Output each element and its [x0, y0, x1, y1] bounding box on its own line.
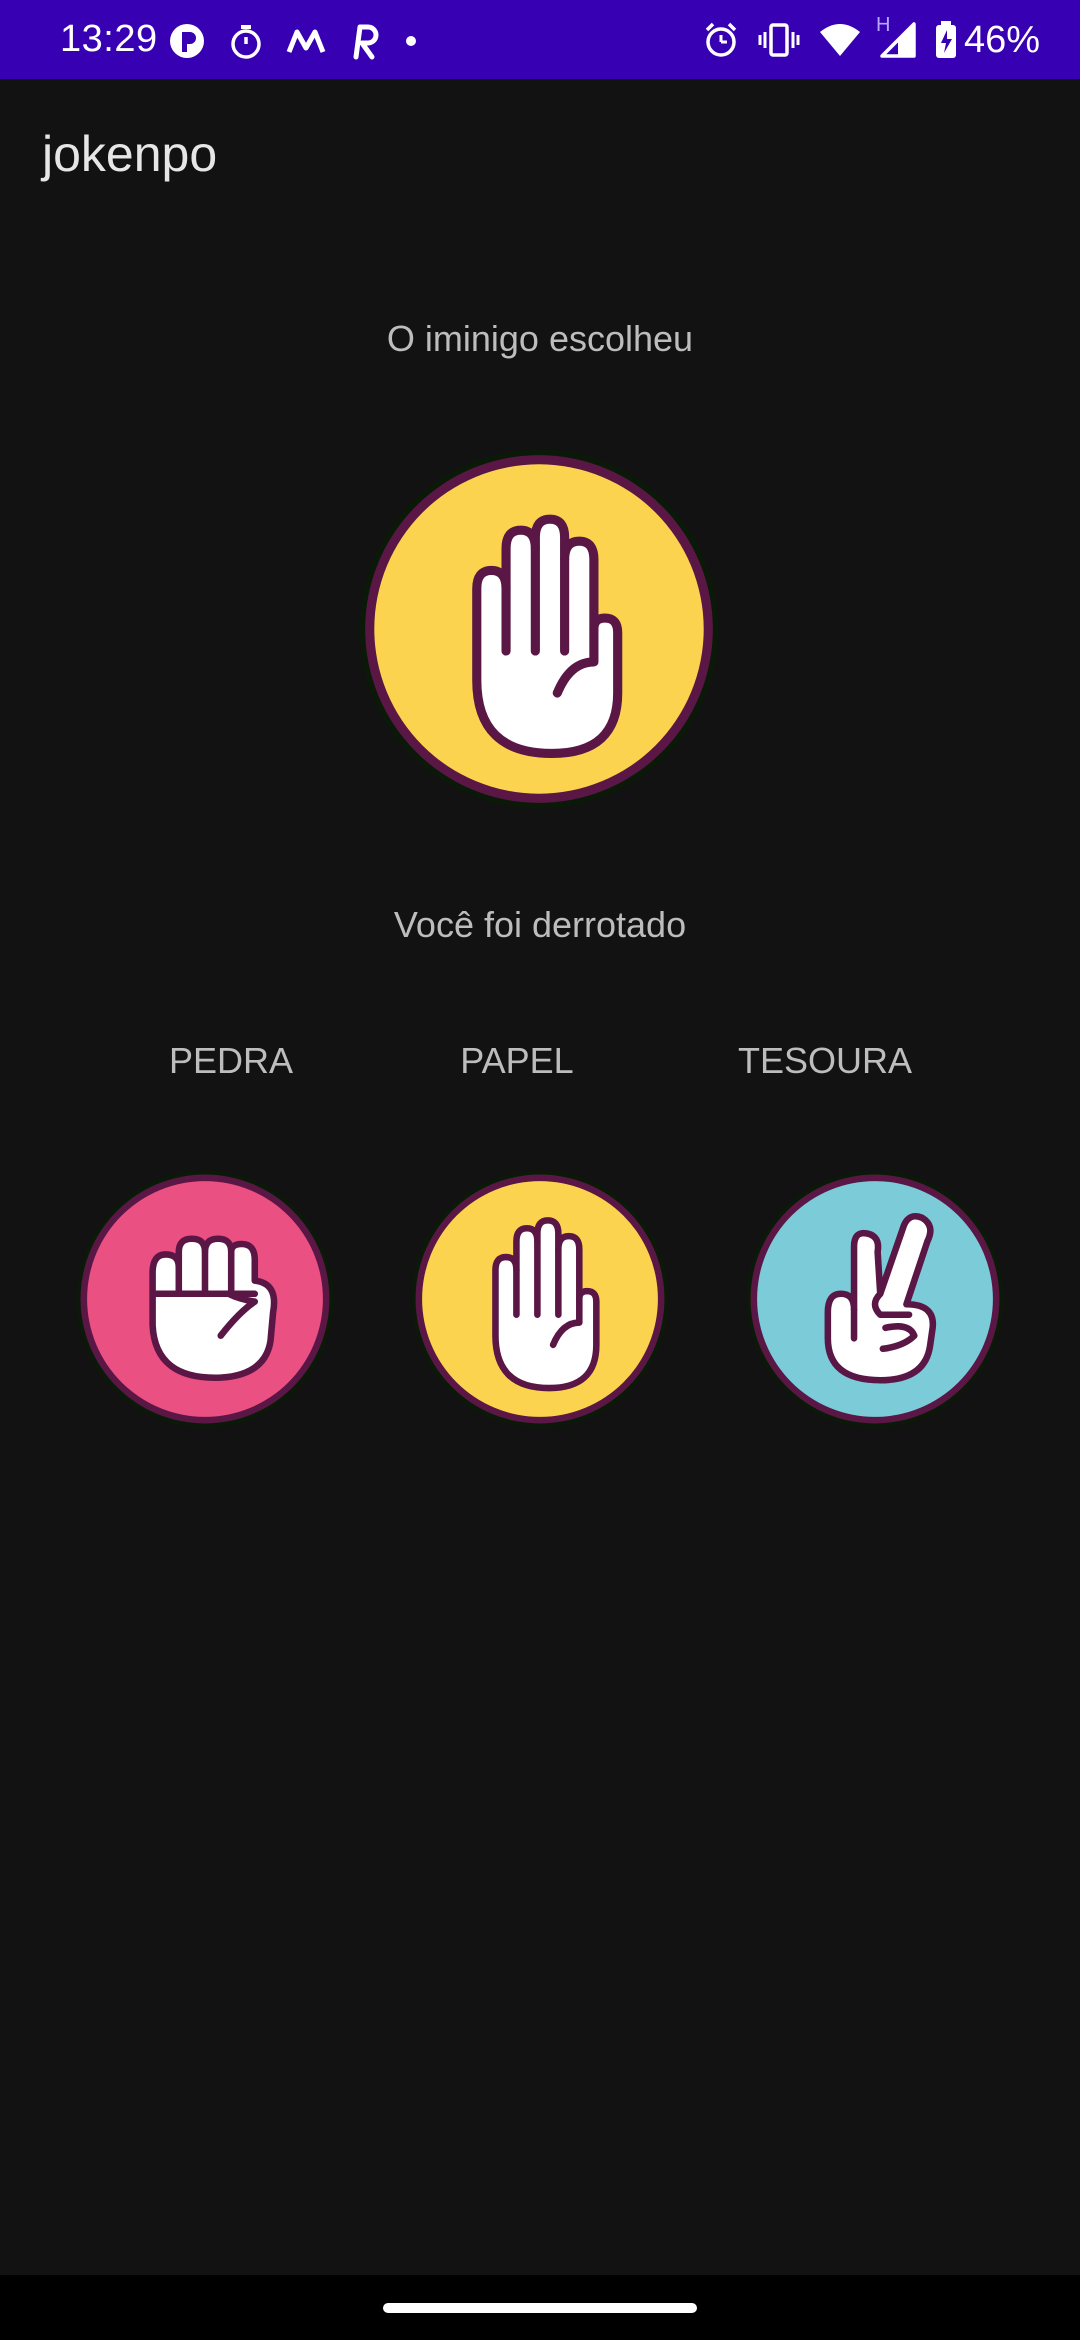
navigation-bar — [0, 2275, 1080, 2340]
app-bar: jokenpo — [0, 79, 1080, 233]
enemy-choice-label: O iminigo escolheu — [386, 318, 694, 359]
paper-hand-icon — [411, 1170, 669, 1428]
signal-icon: H — [876, 14, 916, 58]
paper-hand-icon — [359, 449, 719, 809]
notification-app-icon — [168, 22, 206, 60]
home-gesture-handle[interactable] — [383, 2303, 697, 2313]
status-right-icons: H 46% — [702, 14, 1040, 64]
m-app-icon — [286, 26, 326, 56]
status-left-icons — [168, 18, 440, 64]
dot-icon — [404, 34, 418, 48]
vibrate-icon — [758, 22, 800, 58]
rock-hand-icon — [76, 1170, 334, 1428]
scissors-label: TESOURA — [737, 1040, 913, 1081]
r-app-icon — [348, 21, 382, 61]
stopwatch-icon — [228, 22, 264, 60]
scissors-button[interactable] — [744, 1168, 1006, 1430]
app-title: jokenpo — [42, 126, 218, 182]
paper-button[interactable] — [409, 1168, 671, 1430]
network-type-label: H — [875, 14, 891, 36]
scissors-hand-icon — [746, 1170, 1004, 1428]
battery-percent: 46% — [963, 18, 1040, 61]
alarm-icon — [702, 21, 740, 59]
status-time: 13:29 — [60, 18, 158, 60]
battery-icon — [934, 20, 958, 60]
paper-label: PAPEL — [460, 1040, 574, 1081]
rock-label: PEDRA — [168, 1040, 294, 1081]
status-bar: 13:29 H 46% — [0, 0, 1080, 79]
enemy-choice-image — [356, 446, 722, 812]
rock-button[interactable] — [74, 1168, 336, 1430]
result-text: Você foi derrotado — [393, 904, 687, 945]
wifi-icon — [818, 22, 862, 58]
